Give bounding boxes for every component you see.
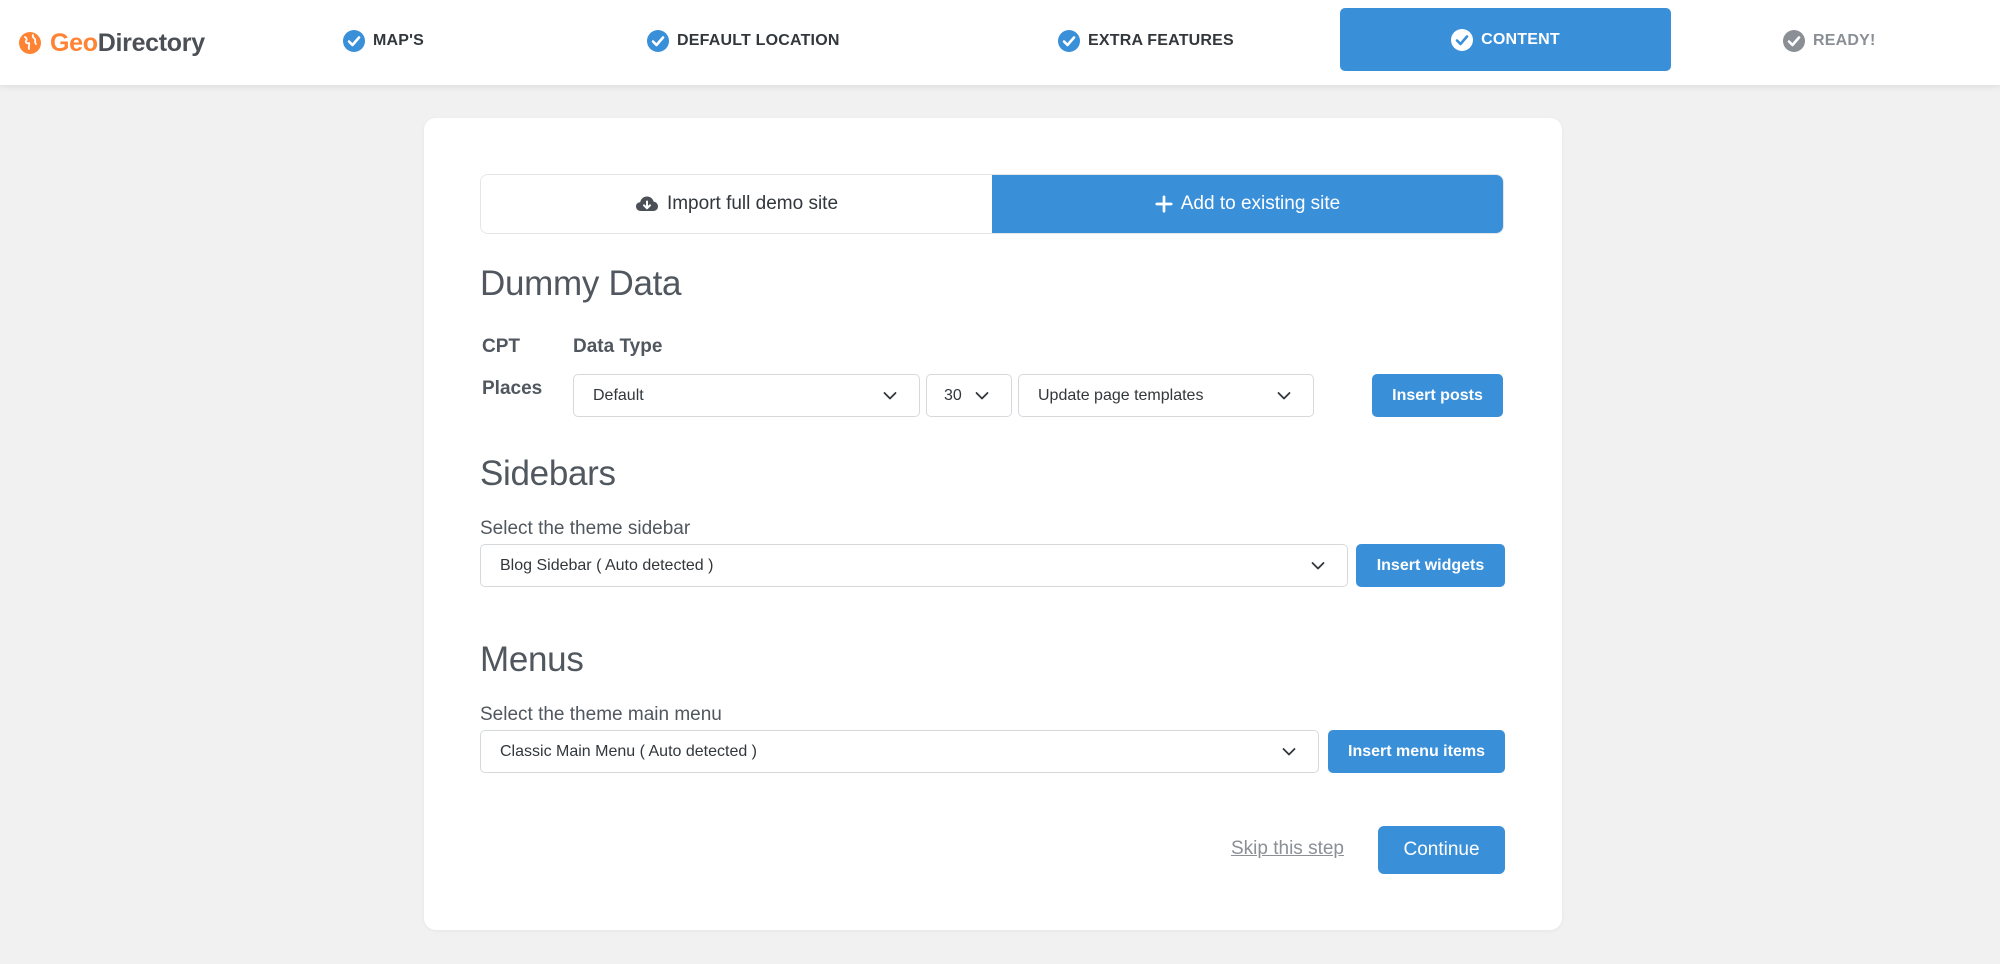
tab-label: Import full demo site (666, 193, 839, 214)
step-extra-features[interactable]: EXTRA FEATURES (1058, 26, 1234, 56)
post-count-select[interactable]: 30 (926, 374, 1012, 417)
check-circle-icon (343, 30, 365, 52)
step-label: READY! (1813, 32, 1876, 49)
sidebar-select-label: Select the theme sidebar (480, 518, 691, 539)
import-mode-tabs: Import full demo site Add to existing si… (480, 174, 1504, 234)
tab-label: Add to existing site (1180, 193, 1341, 214)
page-templates-select[interactable]: Update page templates (1018, 374, 1314, 417)
places-row-label: Places (482, 378, 543, 399)
step-label: EXTRA FEATURES (1088, 32, 1234, 49)
menus-heading: Menus (480, 640, 584, 679)
plus-icon (1155, 195, 1173, 213)
data-type-column-header: Data Type (573, 336, 663, 357)
select-value: Blog Sidebar ( Auto detected ) (500, 556, 714, 574)
step-content[interactable]: CONTENT (1340, 8, 1671, 71)
check-circle-icon (1451, 28, 1474, 51)
step-ready[interactable]: READY! (1783, 26, 1876, 56)
chevron-down-icon (1277, 391, 1291, 399)
insert-posts-button[interactable]: Insert posts (1372, 374, 1503, 417)
cpt-column-header: CPT (482, 336, 520, 357)
content-step-card: Import full demo site Add to existing si… (424, 118, 1562, 930)
skip-step-link[interactable]: Skip this step (1231, 838, 1344, 860)
check-circle-icon (1783, 30, 1805, 52)
logo-text-directory: Directory (97, 28, 205, 57)
logo-text-geo: Geo (50, 28, 98, 57)
tab-import-full-demo[interactable]: Import full demo site (481, 175, 992, 233)
select-value: Classic Main Menu ( Auto detected ) (500, 742, 758, 760)
chevron-down-icon (883, 391, 897, 399)
data-type-select[interactable]: Default (573, 374, 920, 417)
dummy-data-heading: Dummy Data (480, 264, 682, 303)
select-value: 30 (944, 386, 962, 404)
insert-widgets-button[interactable]: Insert widgets (1356, 544, 1505, 587)
setup-wizard-header: GeoDirectory MAP'S DEFAULT LOCATION EXTR… (0, 0, 2000, 85)
step-maps[interactable]: MAP'S (343, 26, 424, 56)
select-value: Default (593, 386, 644, 404)
sidebars-heading: Sidebars (480, 454, 616, 493)
chevron-down-icon (975, 391, 989, 399)
step-label: DEFAULT LOCATION (677, 32, 840, 49)
theme-sidebar-select[interactable]: Blog Sidebar ( Auto detected ) (480, 544, 1348, 587)
tab-add-to-existing[interactable]: Add to existing site (992, 175, 1503, 233)
menu-select-label: Select the theme main menu (480, 704, 722, 725)
continue-button[interactable]: Continue (1378, 826, 1505, 874)
chevron-down-icon (1282, 747, 1296, 755)
geodirectory-logo[interactable]: GeoDirectory (18, 26, 205, 60)
select-value: Update page templates (1038, 386, 1204, 404)
chevron-down-icon (1311, 561, 1325, 569)
step-label: CONTENT (1481, 30, 1560, 48)
check-circle-icon (1058, 30, 1080, 52)
check-circle-icon (647, 30, 669, 52)
step-default-location[interactable]: DEFAULT LOCATION (647, 26, 840, 56)
cloud-download-icon (635, 196, 658, 211)
theme-menu-select[interactable]: Classic Main Menu ( Auto detected ) (480, 730, 1319, 773)
step-label: MAP'S (373, 32, 425, 49)
insert-menu-items-button[interactable]: Insert menu items (1328, 730, 1505, 773)
globe-icon (19, 32, 41, 54)
